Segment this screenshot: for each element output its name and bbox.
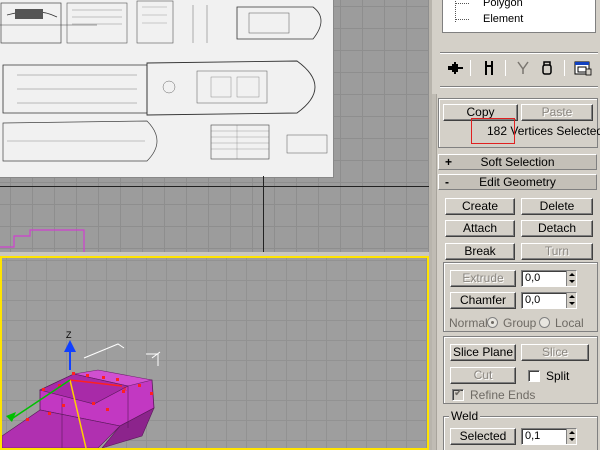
extrude-amount-value: 0,0	[525, 272, 541, 284]
axis-z-label: Z	[66, 330, 72, 340]
normal-local-radio[interactable]	[539, 317, 550, 328]
chamfer-amount-value: 0,0	[525, 294, 541, 306]
soft-selection-rollout-header[interactable]: + Soft Selection	[438, 154, 597, 170]
make-unique-icon[interactable]	[512, 58, 534, 78]
split-label: Split	[546, 369, 570, 383]
rollout-title: Edit Geometry	[479, 175, 556, 189]
normal-local-label: Local	[555, 316, 584, 330]
weld-selected-button[interactable]: Selected	[450, 428, 516, 445]
attach-button[interactable]: Attach	[445, 220, 515, 237]
break-button[interactable]: Break	[445, 243, 515, 260]
edit-geometry-rollout-header[interactable]: - Edit Geometry	[438, 174, 597, 190]
tree-item-label: Polygon	[483, 0, 523, 9]
detach-button[interactable]: Detach	[521, 220, 593, 237]
normal-label: Normal:	[449, 316, 492, 330]
pin-stack-icon[interactable]	[444, 58, 466, 78]
svg-text:×: ×	[122, 384, 127, 394]
tree-item-label: Element	[483, 13, 524, 25]
hull-outline-shape[interactable]	[0, 0, 429, 252]
toolbar-divider	[505, 60, 506, 76]
normal-group-label: Group	[503, 316, 537, 330]
normal-group-radio[interactable]	[487, 317, 498, 328]
toolbar-divider	[564, 60, 565, 76]
weld-threshold-spinner[interactable]: 0,1	[521, 428, 577, 445]
slice-button[interactable]: Slice	[521, 344, 589, 361]
show-end-result-icon[interactable]	[478, 58, 500, 78]
chamfer-amount-spinner[interactable]: 0,0	[521, 292, 577, 309]
grid-axis-x	[0, 186, 429, 187]
rollout-title: Soft Selection	[480, 155, 555, 169]
turn-button[interactable]: Turn	[521, 243, 593, 260]
grid-axis-y	[263, 176, 264, 252]
rollout-expand-sign: +	[445, 155, 453, 169]
chamfer-button[interactable]: Chamfer	[450, 292, 516, 309]
selection-highlight-box	[471, 118, 515, 144]
create-button[interactable]: Create	[445, 198, 515, 215]
modifier-stack-list[interactable]: Polygon Element	[442, 0, 596, 33]
delete-button[interactable]: Delete	[521, 198, 593, 215]
extrude-amount-spinner[interactable]: 0,0	[521, 270, 577, 287]
cut-button[interactable]: Cut	[450, 367, 516, 384]
toolbar-separator-highlight	[440, 53, 598, 54]
weld-group-title: Weld	[449, 409, 481, 423]
command-panel-rollouts[interactable]: Copy Paste 182 Vertices Selected + Soft …	[432, 94, 600, 450]
perspective-viewport[interactable]: Z ×	[0, 256, 429, 450]
spinner-arrows-icon[interactable]	[566, 271, 576, 286]
toolbar-separator-highlight	[440, 87, 598, 88]
split-checkbox[interactable]	[528, 370, 540, 382]
modifier-stack-area: Polygon Element	[432, 0, 600, 94]
paste-button[interactable]: Paste	[521, 104, 593, 121]
extrude-button[interactable]: Extrude	[450, 270, 516, 287]
refine-ends-checkbox[interactable]: ✔	[452, 388, 464, 401]
top-viewport[interactable]	[0, 0, 429, 252]
toolbar-divider	[470, 60, 471, 76]
spinner-arrows-icon[interactable]	[566, 293, 576, 308]
remove-modifier-icon[interactable]	[536, 58, 558, 78]
tree-item-polygon[interactable]: Polygon	[455, 0, 585, 10]
rollout-collapse-sign: -	[445, 175, 449, 189]
spinner-arrows-icon[interactable]	[566, 429, 576, 444]
tree-item-element[interactable]: Element	[455, 12, 585, 26]
slice-plane-button[interactable]: Slice Plane	[450, 344, 516, 361]
configure-sets-icon[interactable]	[572, 58, 594, 78]
refine-ends-label: Refine Ends	[470, 388, 536, 402]
panel-scroll-strip[interactable]	[432, 94, 437, 450]
weld-threshold-value: 0,1	[525, 430, 541, 442]
